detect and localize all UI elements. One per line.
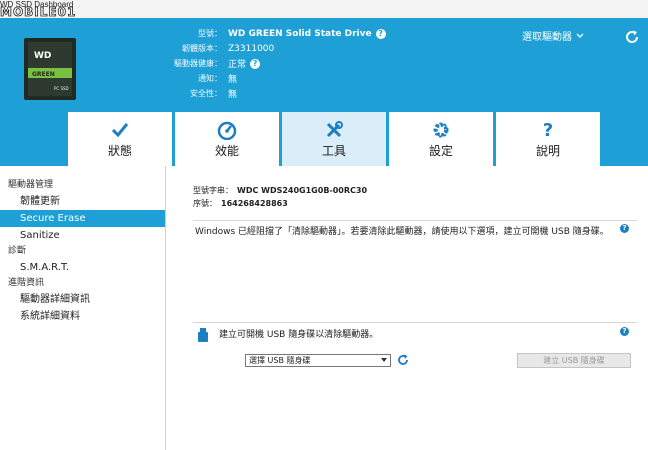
refresh-icon[interactable]	[624, 29, 640, 45]
model-string-value: WDC WDS240G1G0B-00RC30	[237, 186, 368, 195]
sidebar-item-drive-details[interactable]: 驅動器詳細資訊	[0, 291, 165, 308]
serial-label: 序號：	[193, 199, 217, 208]
security-value: 無	[228, 90, 238, 100]
serial-row: 序號： 164268428863	[193, 197, 367, 210]
ssd-drive-image: WD GREEN PC SSD	[24, 38, 76, 100]
help-icon[interactable]: ?	[620, 224, 629, 233]
help-icon[interactable]: ?	[375, 28, 386, 39]
usb-instruction: 建立可開機 USB 隨身碟以清除驅動器。	[219, 330, 379, 340]
divider	[193, 220, 637, 221]
drive-identity: 型號字串： WDC WDS240G1G0B-00RC30 序號： 1642684…	[193, 184, 367, 210]
info-row-model: 型號： WD GREEN Solid State Drive?	[170, 26, 386, 41]
model-value: WD GREEN Solid State Drive	[228, 28, 372, 39]
tab-tools[interactable]: 工具	[282, 112, 386, 166]
svg-text:WD: WD	[34, 51, 51, 61]
drive-info: 型號： WD GREEN Solid State Drive? 韌體版本： Z3…	[170, 26, 386, 101]
chevron-down-icon	[576, 33, 584, 38]
tab-help[interactable]: ? 說明	[496, 112, 600, 166]
sidebar-heading-diagnostics: 診斷	[8, 246, 27, 256]
header-panel: WD GREEN PC SSD 型號： WD GREEN Solid State…	[0, 18, 648, 166]
tab-label: 說明	[535, 143, 560, 158]
info-row-health: 驅動器健康： 正常?	[170, 56, 386, 71]
notifications-value: 無	[228, 75, 238, 85]
tab-settings[interactable]: 設定	[389, 112, 493, 166]
watermark-logo: MOBILE01	[0, 5, 77, 19]
help-icon[interactable]: ?	[620, 327, 629, 336]
tab-label: 工具	[321, 143, 346, 158]
sidebar-item-smart[interactable]: S.M.A.R.T.	[0, 259, 165, 276]
create-usb-button[interactable]: 建立 USB 隨身碟	[517, 353, 631, 368]
info-value: 正常?	[228, 57, 261, 70]
info-row-notifications: 通知： 無	[170, 71, 386, 86]
question-icon: ?	[543, 120, 553, 140]
chevron-down-icon	[381, 358, 387, 362]
gauge-icon	[217, 121, 237, 140]
svg-text:?: ?	[543, 120, 553, 140]
firmware-value: Z3311000	[228, 43, 275, 54]
tools-icon	[326, 120, 343, 137]
usb-drive-icon	[198, 328, 208, 342]
windows-blocked-notice: Windows 已經阻擋了「清除驅動器」。若要清除此驅動器，請使用以下選項，建立…	[195, 227, 609, 237]
info-label: 韌體版本：	[182, 44, 222, 53]
sidebar-item-firmware-update[interactable]: 韌體更新	[0, 193, 165, 210]
help-icon[interactable]: ?	[250, 58, 261, 69]
model-string-label: 型號字串：	[193, 186, 233, 195]
info-value: WD GREEN Solid State Drive?	[228, 28, 386, 39]
svg-text:GREEN: GREEN	[32, 71, 55, 78]
sidebar: 驅動器管理 韌體更新 Secure Erase Sanitize 診斷 S.M.…	[0, 166, 166, 450]
info-row-security: 安全性： 無	[170, 86, 386, 101]
refresh-usb-icon[interactable]	[397, 354, 409, 366]
info-label: 通知：	[198, 74, 222, 83]
model-string-row: 型號字串： WDC WDS240G1G0B-00RC30	[193, 184, 367, 197]
select-drive-dropdown[interactable]: 選取驅動器	[522, 28, 584, 43]
sidebar-heading-drive-management: 驅動器管理	[8, 180, 54, 190]
info-label: 型號：	[198, 29, 222, 38]
main-content: 型號字串： WDC WDS240G1G0B-00RC30 序號： 1642684…	[167, 166, 648, 450]
tab-label: 效能	[214, 143, 239, 158]
usb-drive-select[interactable]: 選擇 USB 隨身碟	[245, 354, 391, 367]
gear-icon	[433, 122, 449, 137]
tab-label: 設定	[428, 143, 453, 158]
info-label: 安全性：	[190, 89, 222, 98]
health-value: 正常	[228, 60, 247, 70]
usb-select-value: 選擇 USB 隨身碟	[249, 356, 311, 365]
serial-value: 164268428863	[221, 199, 288, 208]
sidebar-item-system-details[interactable]: 系統詳細資料	[0, 308, 165, 325]
tab-label: 狀態	[107, 143, 132, 158]
tab-performance[interactable]: 效能	[175, 112, 279, 166]
title-bar: WD SSD Dashboard	[0, 0, 648, 18]
main-tabs: 狀態 效能 工具 設定 ? 說明	[68, 112, 600, 166]
divider	[193, 322, 637, 323]
sidebar-item-sanitize[interactable]: Sanitize	[0, 227, 165, 244]
tab-status[interactable]: 狀態	[68, 112, 172, 166]
info-row-firmware: 韌體版本： Z3311000	[170, 41, 386, 56]
sidebar-item-secure-erase[interactable]: Secure Erase	[0, 210, 165, 227]
sidebar-heading-advanced-info: 進階資訊	[8, 278, 45, 288]
select-drive-label: 選取驅動器	[522, 32, 572, 43]
info-label: 驅動器健康：	[174, 59, 222, 68]
checkmark-icon	[111, 122, 129, 137]
svg-text:PC SSD: PC SSD	[54, 86, 69, 91]
